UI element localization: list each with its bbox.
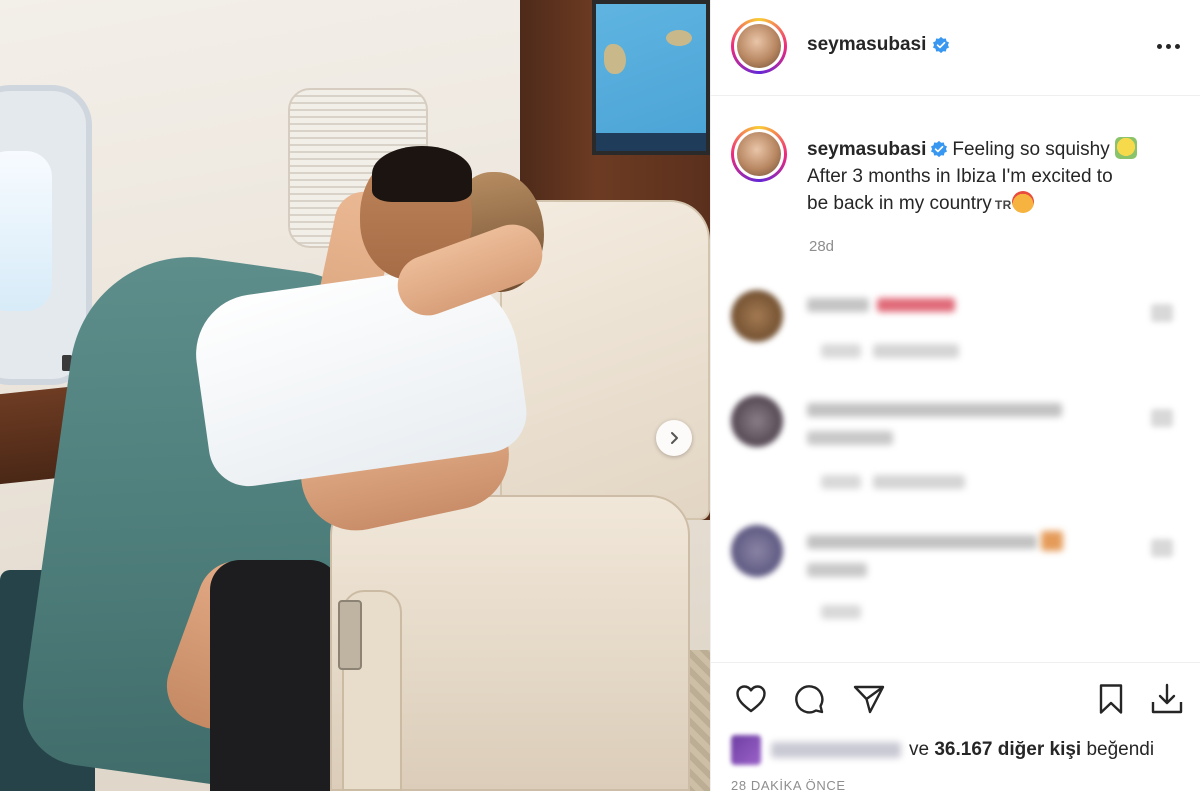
author-avatar[interactable] xyxy=(731,18,787,74)
comment-like-icon[interactable] xyxy=(1151,304,1173,322)
chevron-right-icon xyxy=(671,432,678,444)
caption-line-3: be back in my country xyxy=(807,193,992,214)
comment-reply-blurred[interactable] xyxy=(873,344,959,358)
caption-username[interactable]: seymasubasi xyxy=(807,139,926,160)
comment-meta-blurred xyxy=(821,344,861,358)
likes-prefix: ve xyxy=(909,739,930,760)
man-hair xyxy=(372,146,472,202)
comment-reply-blurred[interactable] xyxy=(873,475,965,489)
likes-suffix: beğendi xyxy=(1086,739,1155,760)
more-options-button[interactable] xyxy=(1153,34,1183,58)
man-trousers xyxy=(210,560,340,791)
bookmark-icon xyxy=(1099,684,1123,714)
post-image[interactable] xyxy=(0,0,710,791)
comment-like-icon[interactable] xyxy=(1151,539,1173,557)
flight-map-screen xyxy=(592,0,710,155)
caption-text: seymasubasi Feeling so squishy After 3 m… xyxy=(807,136,1167,219)
author-username-text[interactable]: seymasubasi xyxy=(807,34,926,56)
comment-text-blurred xyxy=(807,563,867,577)
comment-item xyxy=(731,395,1181,505)
liker-name-blurred[interactable] xyxy=(771,742,901,758)
heart-icon xyxy=(736,685,766,713)
comment-username-blurred xyxy=(807,298,869,312)
like-button[interactable] xyxy=(731,679,771,719)
post-side-panel: seymasubasi seymasubasi Feeling so squis… xyxy=(710,0,1200,791)
author-username[interactable]: seymasubasi xyxy=(807,34,950,56)
post-actions: ve 36.167 diğer kişi beğendi 28 DAKİKA Ö… xyxy=(711,662,1200,791)
seat-latch xyxy=(338,600,362,670)
heart-eyes-emoji-icon xyxy=(1011,191,1034,213)
more-options-dot xyxy=(1165,43,1171,49)
next-image-button[interactable] xyxy=(656,420,692,456)
download-button[interactable] xyxy=(1147,679,1187,719)
likes-others-label[interactable]: diğer kişi xyxy=(998,739,1081,760)
posted-timestamp: 28 DAKİKA ÖNCE xyxy=(731,778,846,791)
caption-line-2: After 3 months in Ibiza I'm excited to xyxy=(807,166,1113,187)
likes-text: ve 36.167 diğer kişi beğendi xyxy=(909,739,1154,761)
more-options-dot xyxy=(1174,43,1180,49)
comment-like-icon[interactable] xyxy=(1151,409,1173,427)
squish-emoji-icon xyxy=(1115,137,1138,159)
likes-count[interactable]: 36.167 xyxy=(934,739,992,760)
verified-badge-icon xyxy=(933,36,950,54)
comment-bubble-icon xyxy=(795,685,824,714)
liker-avatar[interactable] xyxy=(731,735,761,765)
caption-line-1: Feeling so squishy xyxy=(952,139,1110,160)
download-icon xyxy=(1151,683,1183,714)
share-button[interactable] xyxy=(849,679,889,719)
likes-summary[interactable]: ve 36.167 diğer kişi beğendi xyxy=(731,735,1154,765)
comment-text-blurred xyxy=(807,431,893,445)
save-button[interactable] xyxy=(1091,679,1131,719)
comment-emoji-blurred xyxy=(1041,531,1063,551)
verified-badge-icon xyxy=(931,140,948,158)
comment-meta-blurred xyxy=(821,475,861,489)
caption-avatar[interactable] xyxy=(731,126,787,182)
comment-item xyxy=(731,525,1181,635)
turkey-flag-text: TR xyxy=(994,198,1012,212)
comment-meta-blurred xyxy=(821,605,861,619)
caption-timestamp[interactable]: 28d xyxy=(809,238,834,255)
comment-text-blurred xyxy=(807,535,1037,549)
more-options-icon xyxy=(1156,43,1162,49)
comment-item xyxy=(731,290,1181,370)
comment-text-blurred xyxy=(877,298,955,312)
post-header: seymasubasi xyxy=(711,0,1200,96)
comment-avatar[interactable] xyxy=(731,395,783,447)
comment-text-blurred xyxy=(807,403,1062,417)
comment-avatar[interactable] xyxy=(731,525,783,577)
paper-plane-icon xyxy=(853,685,885,714)
comment-button[interactable] xyxy=(789,679,829,719)
comment-avatar[interactable] xyxy=(731,290,783,342)
